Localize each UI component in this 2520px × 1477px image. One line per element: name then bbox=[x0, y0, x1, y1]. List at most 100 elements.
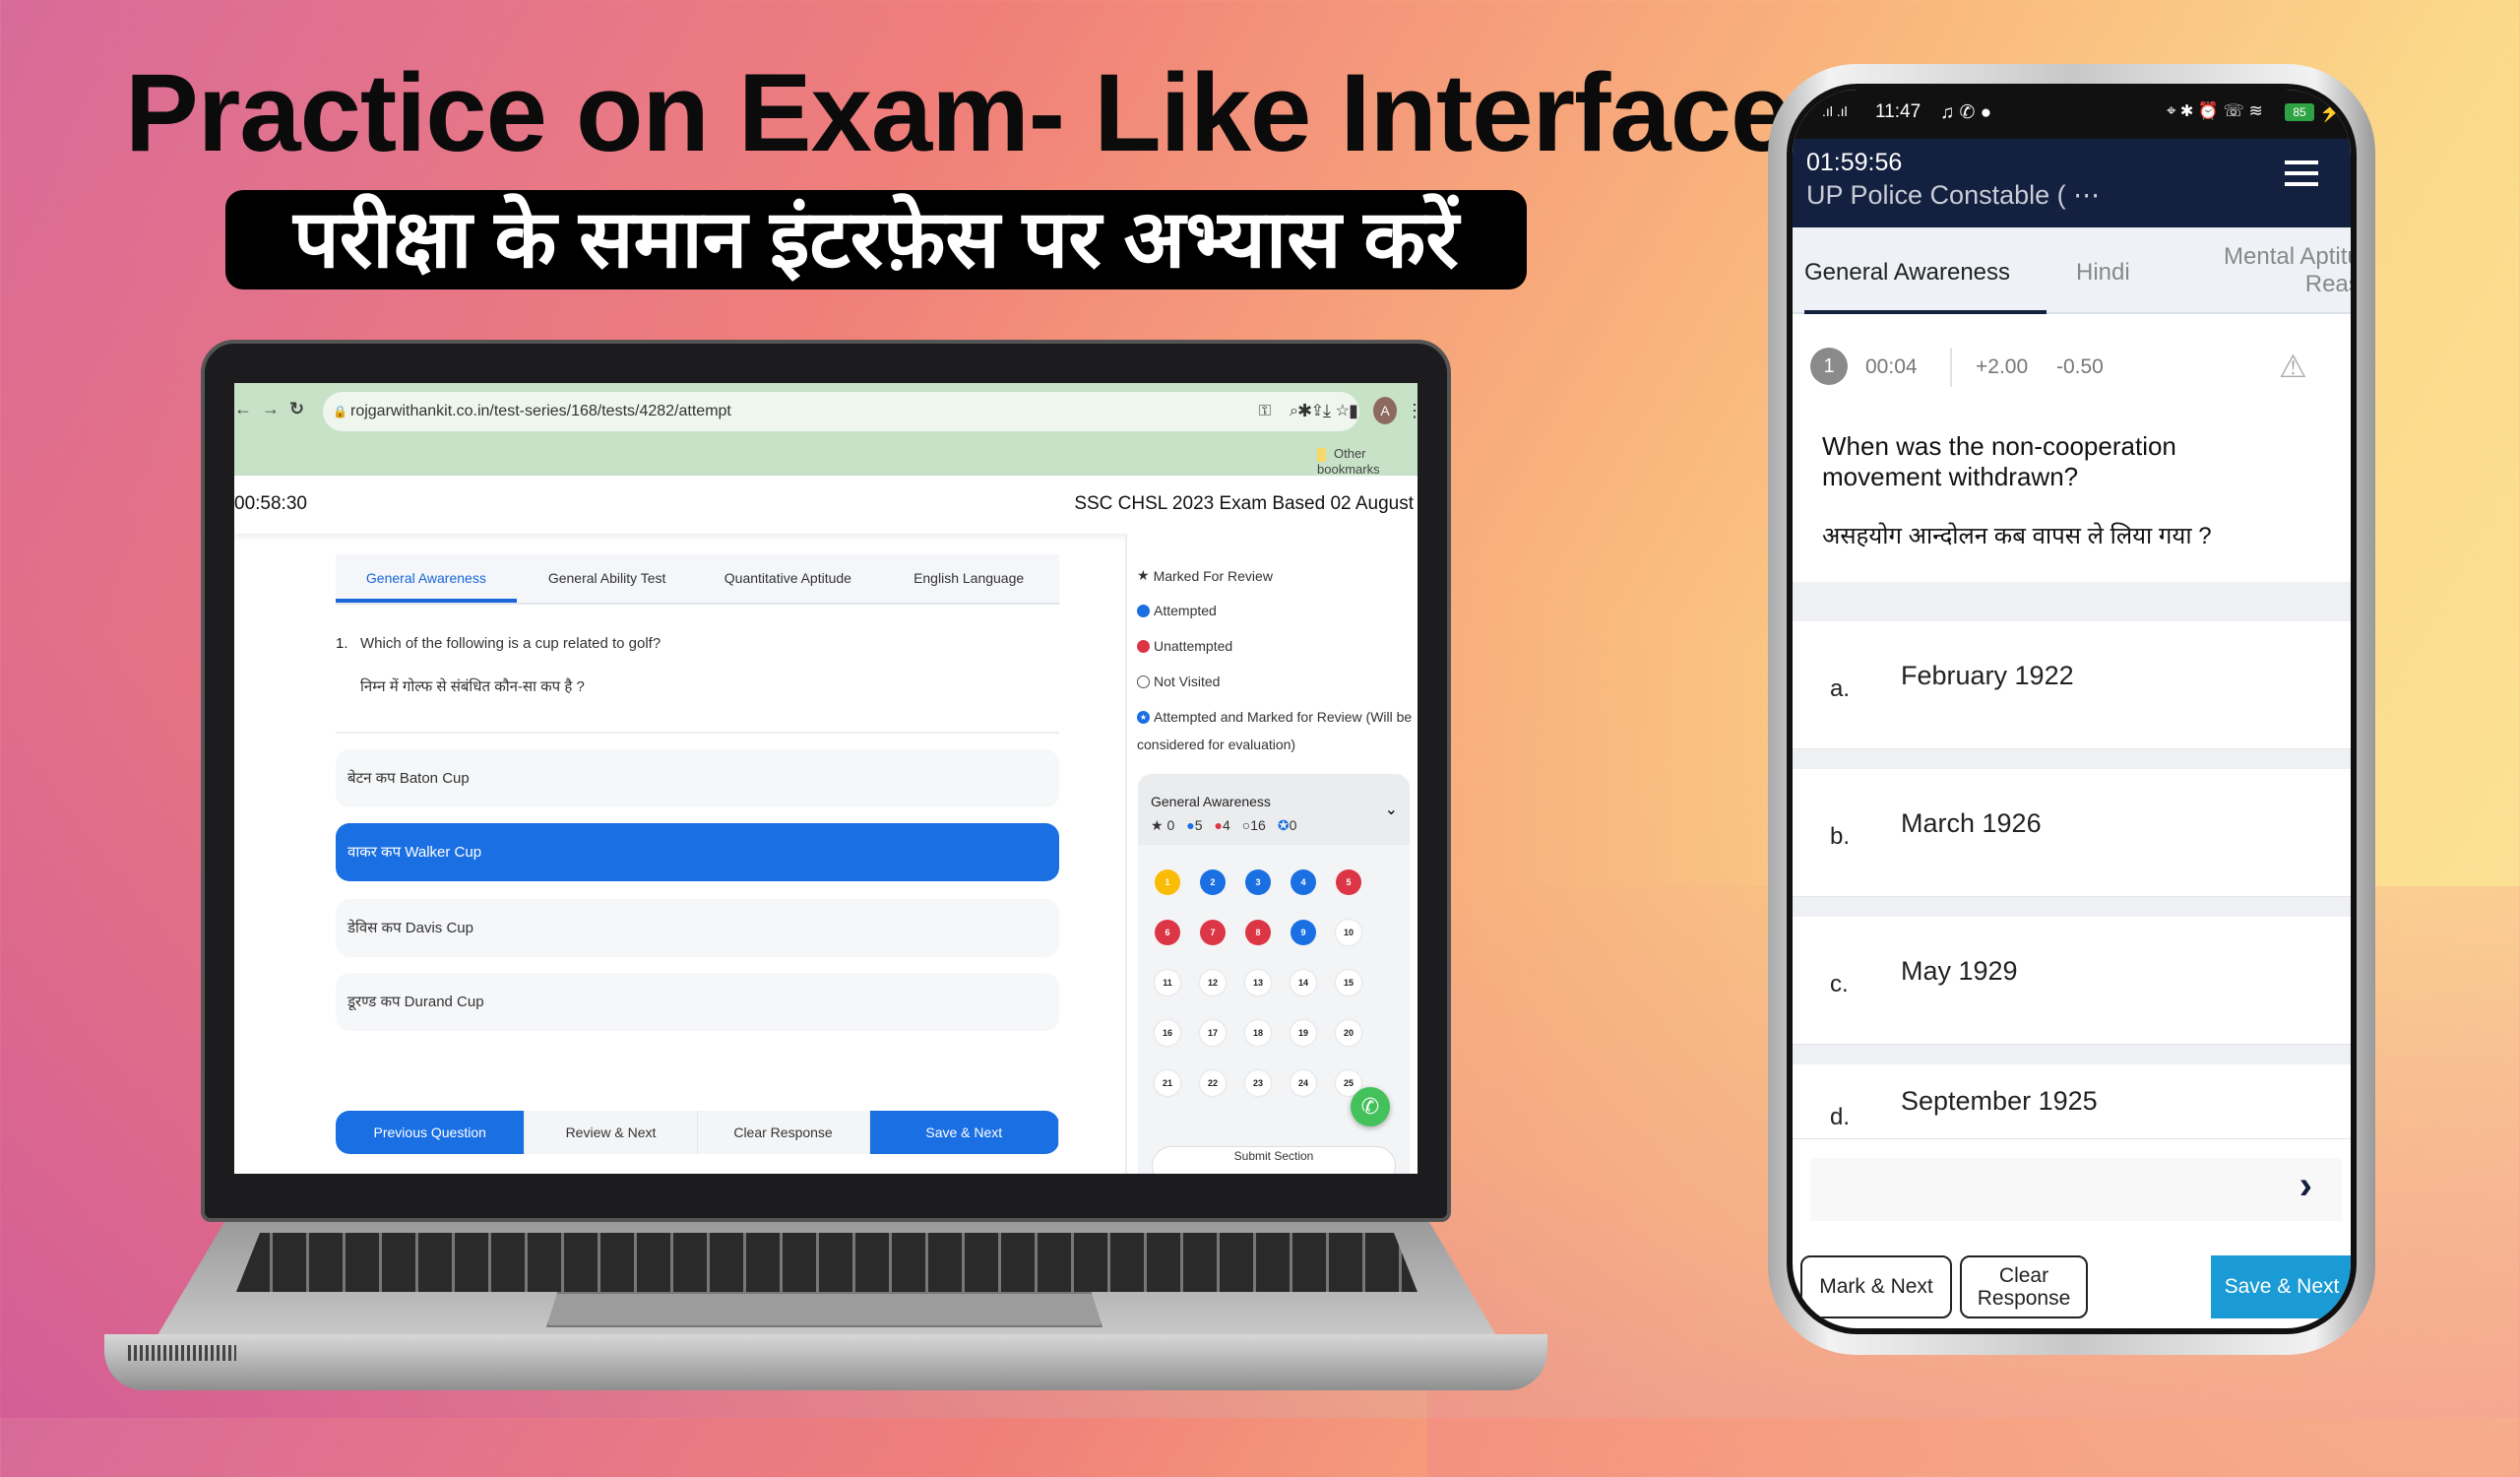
count-value: 0 bbox=[1166, 817, 1175, 833]
section-tabs: General Awareness General Ability Test Q… bbox=[336, 554, 1059, 605]
palette-counts: ★ 0 ●5 ●4 ○16 ✪0 bbox=[1151, 817, 1296, 834]
question-button-22[interactable]: 22 bbox=[1200, 1070, 1226, 1096]
phone-section-tabs: General Awareness Hindi Mental AptitudRe… bbox=[1793, 227, 2351, 314]
mark-next-button[interactable]: Mark & Next bbox=[1800, 1255, 1952, 1318]
laptop-screen: ← → ↻ 🔒 rojgarwithankit.co.in/test-serie… bbox=[234, 383, 1418, 1174]
question-button-15[interactable]: 15 bbox=[1336, 970, 1361, 995]
count-marked: ★ 0 bbox=[1151, 817, 1175, 833]
tab-quant[interactable]: Quantitative Aptitude bbox=[698, 554, 879, 603]
clear-response-button[interactable]: Clear Response bbox=[697, 1111, 870, 1154]
phone-tab-mental-aptitude[interactable]: Mental AptitudReaso bbox=[2224, 243, 2351, 298]
legend-label: Attempted bbox=[1154, 603, 1217, 618]
positive-marks: +2.00 bbox=[1976, 355, 2029, 378]
question-button-13[interactable]: 13 bbox=[1245, 970, 1271, 995]
count-value: 0 bbox=[1289, 817, 1297, 833]
question-button-20[interactable]: 20 bbox=[1336, 1020, 1361, 1046]
download-icon[interactable]: ⤓ bbox=[1323, 401, 1331, 421]
question-button-18[interactable]: 18 bbox=[1245, 1020, 1271, 1046]
separator bbox=[1793, 1045, 2351, 1064]
question-button-5[interactable]: 5 bbox=[1336, 869, 1361, 895]
question-button-14[interactable]: 14 bbox=[1291, 970, 1316, 995]
previous-question-button[interactable]: Previous Question bbox=[336, 1111, 526, 1154]
tab-label: Reaso bbox=[2304, 271, 2351, 297]
tab-label: Mental Aptitud bbox=[2224, 243, 2351, 270]
count-not-visited: ○16 bbox=[1241, 817, 1266, 833]
phone-option-a[interactable]: a. February 1922 bbox=[1793, 621, 2351, 749]
share-icon[interactable]: ⇪ bbox=[1311, 392, 1324, 431]
phone-header: 01:59:56 UP Police Constable ( ⋯ bbox=[1793, 139, 2351, 227]
phone-tab-general-awareness[interactable]: General Awareness bbox=[1804, 259, 2047, 314]
phone-option-b[interactable]: b. March 1926 bbox=[1793, 769, 2351, 897]
question-button-21[interactable]: 21 bbox=[1155, 1070, 1180, 1096]
option-d[interactable]: डूरण्ड कप Durand Cup bbox=[336, 973, 1059, 1031]
question-button-4[interactable]: 4 bbox=[1291, 869, 1316, 895]
negative-marks: -0.50 bbox=[2056, 355, 2104, 378]
phone-tab-hindi[interactable]: Hindi bbox=[2076, 259, 2130, 287]
option-text: September 1925 bbox=[1901, 1086, 2098, 1116]
option-a[interactable]: बेटन कप Baton Cup bbox=[336, 749, 1059, 807]
question-button-1[interactable]: 1 bbox=[1155, 869, 1180, 895]
phone-screen: .ıl .ıl 11:47 ♫ ✆ ● ⌖ ✱ ⏰ ☏ ≋ 85 ⚡ 01:59… bbox=[1787, 84, 2357, 1334]
option-letter: a. bbox=[1830, 675, 1851, 702]
question-button-8[interactable]: 8 bbox=[1245, 920, 1271, 945]
lock-icon: 🔒 bbox=[333, 405, 347, 418]
legend-label: Attempted and Marked for Review (Will be bbox=[1154, 709, 1413, 725]
question-button-16[interactable]: 16 bbox=[1155, 1020, 1180, 1046]
chevron-right-icon[interactable]: › bbox=[2300, 1164, 2312, 1208]
question-button-10[interactable]: 10 bbox=[1336, 920, 1361, 945]
question-button-19[interactable]: 19 bbox=[1291, 1020, 1316, 1046]
option-c[interactable]: डेविस कप Davis Cup bbox=[336, 899, 1059, 957]
back-icon[interactable]: ← bbox=[234, 399, 252, 419]
phone-option-c[interactable]: c. May 1929 bbox=[1793, 917, 2351, 1045]
sidebar-icon[interactable]: ▮ bbox=[1349, 401, 1358, 421]
question-button-24[interactable]: 24 bbox=[1291, 1070, 1316, 1096]
other-bookmarks[interactable]: Other bookmarks bbox=[1317, 446, 1418, 477]
profile-avatar[interactable]: A bbox=[1373, 397, 1397, 424]
count-value: 4 bbox=[1222, 817, 1230, 833]
option-text: February 1922 bbox=[1901, 661, 2074, 690]
phone-option-d[interactable]: d. September 1925 bbox=[1793, 1064, 2351, 1139]
tab-english[interactable]: English Language bbox=[878, 554, 1059, 603]
laptop-vent bbox=[128, 1345, 236, 1361]
forward-icon[interactable]: → bbox=[262, 399, 280, 419]
key-icon[interactable]: ⚿ bbox=[1259, 392, 1271, 431]
question-button-3[interactable]: 3 bbox=[1245, 869, 1271, 895]
phone-save-next-button[interactable]: Save & Next bbox=[2211, 1255, 2351, 1318]
tab-general-ability[interactable]: General Ability Test bbox=[517, 554, 698, 603]
star-icon[interactable]: ☆ bbox=[1336, 392, 1350, 431]
question-button-7[interactable]: 7 bbox=[1200, 920, 1226, 945]
divider bbox=[336, 732, 1059, 734]
action-bar: Previous Question Review & Next Clear Re… bbox=[336, 1111, 1059, 1154]
phone-nav-bar: › bbox=[1810, 1158, 2342, 1221]
reload-icon[interactable]: ↻ bbox=[289, 399, 304, 419]
question-button-11[interactable]: 11 bbox=[1155, 970, 1180, 995]
question-palette-panel: ★ Marked For Review Attempted Unattempted… bbox=[1125, 534, 1418, 1174]
question-button-12[interactable]: 12 bbox=[1200, 970, 1226, 995]
question-button-6[interactable]: 6 bbox=[1155, 920, 1180, 945]
option-letter: d. bbox=[1830, 1104, 1851, 1130]
question-button-23[interactable]: 23 bbox=[1245, 1070, 1271, 1096]
question-button-2[interactable]: 2 bbox=[1200, 869, 1226, 895]
tab-general-awareness[interactable]: General Awareness bbox=[336, 554, 517, 603]
option-b[interactable]: वाकर कप Walker Cup bbox=[336, 823, 1059, 881]
menu-icon[interactable]: ⋮ bbox=[1406, 401, 1418, 421]
report-warning-icon[interactable]: ⚠ bbox=[2279, 348, 2307, 385]
whatsapp-icon[interactable]: ✆ bbox=[1351, 1087, 1390, 1126]
submit-section-button[interactable]: Submit Section bbox=[1152, 1146, 1396, 1174]
legend-label: Not Visited bbox=[1154, 674, 1221, 689]
count-unattempted: ●4 bbox=[1214, 817, 1230, 833]
question-button-9[interactable]: 9 bbox=[1291, 920, 1316, 945]
palette-header[interactable]: General Awareness ★ 0 ●5 ●4 ○16 ✪0 ⌄ bbox=[1138, 774, 1410, 845]
extensions-icon[interactable]: ✱ bbox=[1297, 401, 1312, 421]
address-bar[interactable]: 🔒 rojgarwithankit.co.in/test-series/168/… bbox=[323, 392, 1359, 431]
chevron-down-icon[interactable]: ⌄ bbox=[1385, 800, 1398, 819]
hamburger-menu-icon[interactable] bbox=[2285, 161, 2318, 186]
legend-marked: ★ Marked For Review bbox=[1137, 567, 1273, 584]
review-next-button[interactable]: Review & Next bbox=[525, 1111, 698, 1154]
charging-icon: ⚡ bbox=[2319, 102, 2343, 123]
question-button-17[interactable]: 17 bbox=[1200, 1020, 1226, 1046]
save-next-button[interactable]: Save & Next bbox=[869, 1111, 1059, 1154]
phone-clear-response-button[interactable]: Clear Response bbox=[1960, 1255, 2088, 1318]
question-text-hindi: निम्न में गोल्फ से संबंधित कौन-सा कप है … bbox=[360, 678, 585, 695]
headline-hindi: परीक्षा के समान इंटरफ़ेस पर अभ्यास करें bbox=[225, 190, 1527, 289]
